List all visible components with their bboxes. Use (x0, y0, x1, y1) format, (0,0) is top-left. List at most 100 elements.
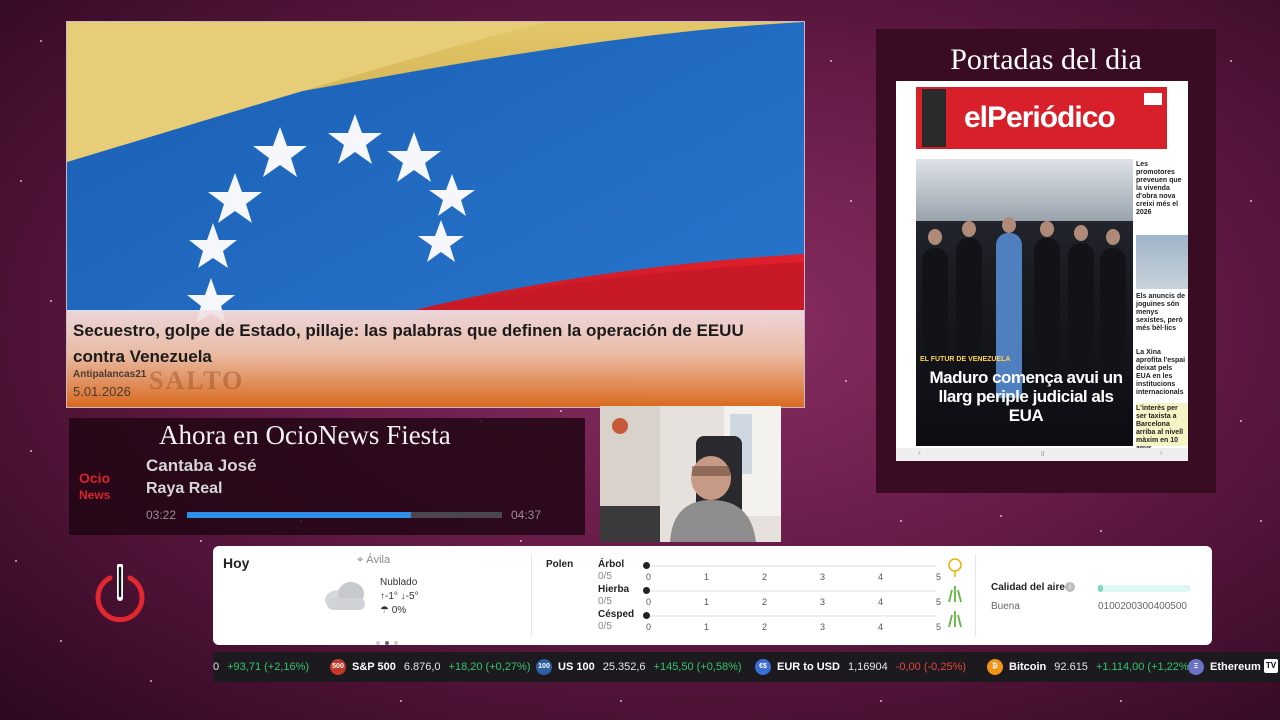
pollen-scale-tick: 0 (646, 597, 652, 607)
pollen-scale-tick: 1 (704, 597, 710, 607)
weather-location[interactable]: ⌖ Ávila (357, 554, 390, 567)
pollen-level-marker (643, 612, 650, 619)
pollen-name: Hierba (598, 584, 630, 595)
news-headline[interactable]: Secuestro, golpe de Estado, pillaje: las… (73, 318, 793, 370)
masthead-badge (1144, 93, 1162, 105)
air-quality-scale: 0100200300400500 (1098, 601, 1187, 612)
face-blurred (1040, 221, 1054, 237)
pollen-scale-tick: 4 (878, 572, 884, 582)
now-playing-heading: Ahora en OcioNews Fiesta (159, 420, 451, 450)
pollen-scale-tick: 0 (646, 572, 652, 582)
tree-pollen-icon (948, 558, 962, 577)
info-icon[interactable]: i (1065, 582, 1075, 592)
pollen-scale-tick: 5 (936, 597, 942, 607)
pollen-value: 0/5 (598, 596, 612, 607)
current-time: 03:22 (146, 508, 177, 522)
air-quality-fill (1098, 585, 1103, 592)
song-title: Cantaba José (146, 456, 257, 475)
pollen-row: Hierba 0/5 0 1 2 3 4 5 (598, 584, 962, 608)
weather-day-label: Hoy (223, 555, 250, 571)
sparkle (1260, 520, 1262, 522)
sparkle (1250, 200, 1252, 202)
pollen-track (646, 590, 936, 592)
asset-icon: 100 (536, 659, 552, 676)
front-page-nav-bar: ‹ ॥ › (896, 448, 1188, 461)
sparkle (620, 700, 622, 702)
now-playing-panel: Ahora en OcioNews Fiesta Ocio News Canta… (69, 418, 585, 535)
pollen-scale-tick: 2 (762, 622, 768, 632)
pollen-scale-tick: 3 (820, 597, 826, 607)
pollen-scale-tick: 5 (936, 572, 942, 582)
webcam-image (600, 406, 781, 542)
rain-probability: 0% (391, 605, 407, 616)
pollen-scale-tick: 4 (878, 622, 884, 632)
pause-icon[interactable]: ॥ (1040, 448, 1045, 459)
ticker-change: +145,50 (+0,58%) (653, 661, 742, 673)
pollen-scale-tick: 2 (762, 572, 768, 582)
pollen-track (646, 615, 936, 617)
ticker-item[interactable]: Ξ Ethereum (1188, 652, 1269, 682)
weather-condition: Nublado (380, 577, 418, 588)
news-card[interactable]: SALTO Secuestro, golpe de Estado, pillaj… (66, 21, 805, 408)
sparkle (1000, 515, 1002, 517)
next-page-icon[interactable]: › (1160, 448, 1163, 457)
ticker-item[interactable]: 500 S&P 500 6.876,0 +18,20 (+0,27%) (330, 652, 530, 682)
playback-progress-fill (187, 512, 411, 518)
divider (531, 554, 532, 636)
side-headline: Les promotores preveuen que la vivenda d… (1136, 161, 1182, 216)
face-blurred (1074, 225, 1088, 241)
ticker-name: US 100 (558, 661, 595, 673)
newspaper-masthead: elPeriódico (916, 87, 1167, 149)
weather-page-dots[interactable] (376, 632, 403, 650)
news-date: 5.01.2026 (73, 384, 131, 399)
air-quality-value: Buena (991, 601, 1020, 612)
pollen-title: Polen (546, 559, 574, 570)
ticker-item[interactable]: ₿ Bitcoin 92.615 +1.114,00 (+1,22%) (987, 652, 1192, 682)
page-dot[interactable] (385, 641, 389, 645)
sparkle (60, 640, 62, 642)
asset-icon: €$ (755, 659, 771, 676)
ticker-change: -0,00 (-0,25%) (895, 661, 967, 673)
ticker-price: 92.615 (1054, 661, 1088, 673)
sparkle (1100, 530, 1102, 532)
news-source: Antipalancas21 (73, 369, 147, 380)
pollen-scale-tick: 0 (646, 622, 652, 632)
ticker-change: +93,71 (+2,16%) (227, 661, 310, 673)
playback-progress-bar[interactable] (187, 512, 502, 518)
location-pin-icon: ⌖ (357, 554, 364, 566)
weather-location-name: Ávila (366, 554, 391, 566)
front-pages-title: Portadas del dia (950, 43, 1142, 76)
ticker-item[interactable]: 100 US 100 25.352,6 +145,50 (+0,58%) (536, 652, 742, 682)
sparkle (1120, 700, 1122, 702)
ticker-change: +18,20 (+0,27%) (448, 661, 531, 673)
prev-page-icon[interactable]: ‹ (918, 448, 921, 457)
pollen-row: Césped 0/5 0 1 2 3 4 5 (598, 609, 962, 633)
sparkle (15, 560, 17, 562)
ticker-name: S&P 500 (352, 661, 396, 673)
front-page-photo: EL FUTUR DE VENEZUELA Maduro comença avu… (916, 159, 1133, 446)
ticker-price: 0 (213, 661, 220, 673)
power-icon[interactable] (94, 563, 146, 624)
svg-text:Ocio: Ocio (79, 470, 110, 486)
tradingview-logo-icon[interactable]: TV (1264, 659, 1278, 673)
newspaper-front-page[interactable]: elPeriódico EL FUTUR DE VENEZUELA Maduro… (896, 81, 1188, 461)
page-dot[interactable] (376, 641, 380, 645)
weather-widget: Hoy ⌖ Ávila Nublado ↑-1° ↓-5° ☂ 0% Polen… (213, 546, 1212, 645)
side-headline: L'interès per ser taxista a Barcelona ar… (1136, 405, 1184, 452)
sparkle (845, 380, 847, 382)
ticker-item[interactable]: 0 +93,71 (+2,16%) (213, 652, 309, 682)
pollen-value: 0/5 (598, 621, 612, 632)
newspaper-name: elPeriódico (964, 101, 1116, 134)
station-logo: Ocio News (77, 466, 127, 506)
ticker-price: 6.876,0 (403, 661, 441, 673)
front-page-lead-headline: Maduro comença avui un llarg periple jud… (929, 368, 1123, 425)
pollen-scale-tick: 2 (762, 597, 768, 607)
ticker-price: 25.352,6 (602, 661, 646, 673)
masthead-photo (922, 89, 946, 147)
page-dot[interactable] (394, 641, 398, 645)
pollen-scale-tick: 3 (820, 572, 826, 582)
front-pages-panel: Portadas del dia elPeriódico EL FUTUR DE… (876, 29, 1216, 493)
ticker-item[interactable]: €$ EUR to USD 1,16904 -0,00 (-0,25%) (755, 652, 966, 682)
air-quality-bar (1098, 585, 1191, 592)
pollen-scale-tick: 1 (704, 622, 710, 632)
